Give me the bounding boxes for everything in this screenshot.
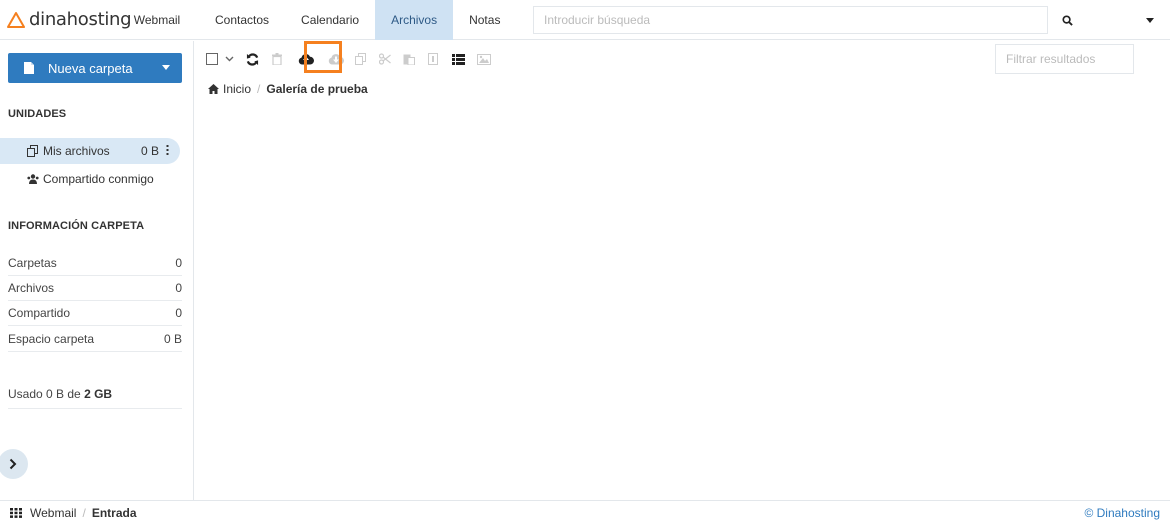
delete-button[interactable] bbox=[265, 48, 289, 70]
chevron-down-icon bbox=[225, 56, 233, 62]
usage-total: 2 GB bbox=[84, 387, 113, 401]
copy-icon bbox=[355, 53, 366, 65]
file-toolbar bbox=[205, 47, 497, 71]
sidebar: Nueva carpeta UNIDADES Mis archivos 0 B … bbox=[0, 41, 194, 500]
breadcrumb-current: Galería de prueba bbox=[266, 82, 368, 96]
unit-label: Mis archivos bbox=[43, 144, 110, 158]
info-label: Carpetas bbox=[8, 255, 57, 270]
tab-calendario[interactable]: Calendario bbox=[285, 0, 375, 40]
upload-highlight bbox=[304, 41, 342, 73]
select-options-button[interactable] bbox=[219, 48, 239, 70]
usage-prefix: Usado 0 B de bbox=[8, 387, 81, 401]
info-row-espacio: Espacio carpeta 0 B bbox=[8, 326, 182, 352]
info-row-compartido: Compartido 0 bbox=[8, 300, 182, 326]
paste-button[interactable] bbox=[397, 48, 421, 70]
footer-separator: / bbox=[82, 506, 86, 520]
select-all-checkbox[interactable] bbox=[205, 48, 219, 70]
dinahosting-logo-icon bbox=[7, 11, 25, 28]
info-value: 0 B bbox=[163, 331, 182, 346]
apps-grid-icon[interactable] bbox=[10, 508, 22, 518]
gallery-view-icon bbox=[477, 53, 491, 65]
unit-mis-archivos[interactable]: Mis archivos 0 B bbox=[0, 138, 180, 164]
gallery-view-button[interactable] bbox=[471, 48, 497, 70]
filter-results-input[interactable] bbox=[995, 44, 1134, 74]
unit-size: 0 B bbox=[141, 144, 160, 158]
cut-button[interactable] bbox=[373, 48, 397, 70]
user-menu-button[interactable] bbox=[1138, 6, 1162, 34]
paste-icon bbox=[403, 54, 415, 65]
info-label: Espacio carpeta bbox=[8, 331, 95, 346]
list-view-button[interactable] bbox=[445, 48, 471, 70]
folder-info-title: INFORMACIÓN CARPETA bbox=[8, 220, 145, 232]
rename-button[interactable] bbox=[421, 48, 445, 70]
checkbox-icon bbox=[206, 53, 218, 65]
tab-notas[interactable]: Notas bbox=[453, 0, 516, 40]
info-value: 0 bbox=[175, 255, 182, 270]
rename-icon bbox=[428, 53, 438, 65]
footer-crumb-folder[interactable]: Entrada bbox=[92, 506, 137, 520]
caret-down-icon bbox=[162, 65, 170, 70]
search-button[interactable] bbox=[1052, 6, 1082, 34]
chevron-right-icon bbox=[9, 458, 17, 470]
storage-usage: Usado 0 B de 2 GB bbox=[8, 387, 182, 409]
info-row-carpetas: Carpetas 0 bbox=[8, 250, 182, 276]
footer: Webmail / Entrada © Dinahosting bbox=[0, 500, 1170, 525]
breadcrumb-home[interactable]: Inicio bbox=[223, 82, 251, 96]
home-icon bbox=[208, 84, 219, 94]
refresh-icon bbox=[246, 52, 258, 66]
top-bar: dinahosting Webmail Contactos Calendario… bbox=[0, 0, 1170, 40]
users-icon bbox=[27, 174, 39, 184]
cut-icon bbox=[379, 53, 391, 65]
units-title: UNIDADES bbox=[8, 108, 67, 120]
file-icon bbox=[24, 62, 34, 74]
search-input[interactable] bbox=[533, 6, 1048, 34]
unit-compartido-conmigo[interactable]: Compartido conmigo bbox=[0, 166, 180, 192]
new-folder-button[interactable]: Nueva carpeta bbox=[8, 53, 182, 83]
info-label: Compartido bbox=[8, 305, 71, 320]
copy-button[interactable] bbox=[349, 48, 373, 70]
info-row-archivos: Archivos 0 bbox=[8, 275, 182, 301]
nav-tabs: Contactos Calendario Archivos Notas bbox=[199, 0, 516, 40]
breadcrumb: Inicio / Galería de prueba bbox=[208, 82, 368, 96]
unit-label: Compartido conmigo bbox=[43, 172, 154, 186]
refresh-button[interactable] bbox=[239, 48, 265, 70]
nav-webmail[interactable]: Webmail bbox=[117, 0, 197, 40]
info-label: Archivos bbox=[8, 280, 55, 295]
brand-name: dinahosting bbox=[29, 9, 132, 30]
expand-sidebar-button[interactable] bbox=[0, 449, 28, 479]
breadcrumb-separator: / bbox=[257, 82, 261, 96]
tab-archivos[interactable]: Archivos bbox=[375, 0, 454, 40]
copy-files-icon bbox=[27, 145, 38, 157]
search-icon bbox=[1061, 14, 1073, 26]
new-folder-label: Nueva carpeta bbox=[48, 60, 133, 76]
footer-crumb-webmail[interactable]: Webmail bbox=[30, 506, 76, 520]
info-value: 0 bbox=[175, 305, 182, 320]
tab-contactos[interactable]: Contactos bbox=[199, 0, 285, 40]
info-value: 0 bbox=[175, 280, 182, 295]
caret-down-icon bbox=[1146, 17, 1154, 23]
more-vertical-icon[interactable] bbox=[166, 144, 169, 156]
footer-copyright-link[interactable]: © Dinahosting bbox=[1084, 506, 1160, 520]
list-view-icon bbox=[451, 53, 465, 65]
trash-icon bbox=[272, 53, 282, 65]
